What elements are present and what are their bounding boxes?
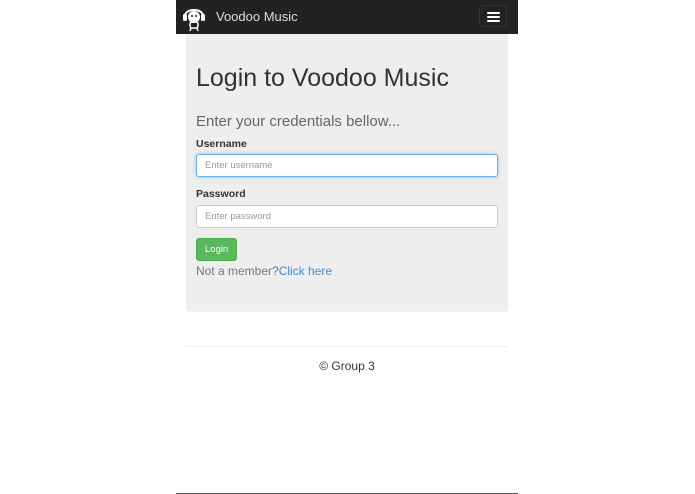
footer-copyright: © Group 3 bbox=[319, 359, 375, 373]
username-input[interactable] bbox=[196, 154, 498, 177]
menu-toggle-button[interactable] bbox=[479, 5, 507, 27]
page-title: Login to Voodoo Music bbox=[196, 64, 449, 92]
credentials-lead: Enter your credentials bellow... bbox=[196, 113, 401, 130]
brand-name[interactable]: Voodoo Music bbox=[216, 0, 298, 34]
mobile-viewport: Voodoo Music Login to Voodoo Music Enter… bbox=[176, 0, 518, 494]
footer-divider bbox=[186, 346, 508, 347]
password-label: Password bbox=[196, 188, 246, 200]
signup-link[interactable]: Click here bbox=[279, 264, 332, 278]
password-input[interactable] bbox=[196, 205, 498, 228]
headphones-character-icon[interactable] bbox=[182, 4, 206, 31]
navbar: Voodoo Music bbox=[176, 0, 518, 34]
signup-prompt-text: Not a member? bbox=[196, 264, 279, 278]
username-label: Username bbox=[196, 138, 247, 150]
login-panel: Login to Voodoo Music Enter your credent… bbox=[186, 34, 508, 311]
signup-prompt-row: Not a member?Click here bbox=[196, 264, 332, 278]
login-button[interactable]: Login bbox=[196, 238, 237, 261]
